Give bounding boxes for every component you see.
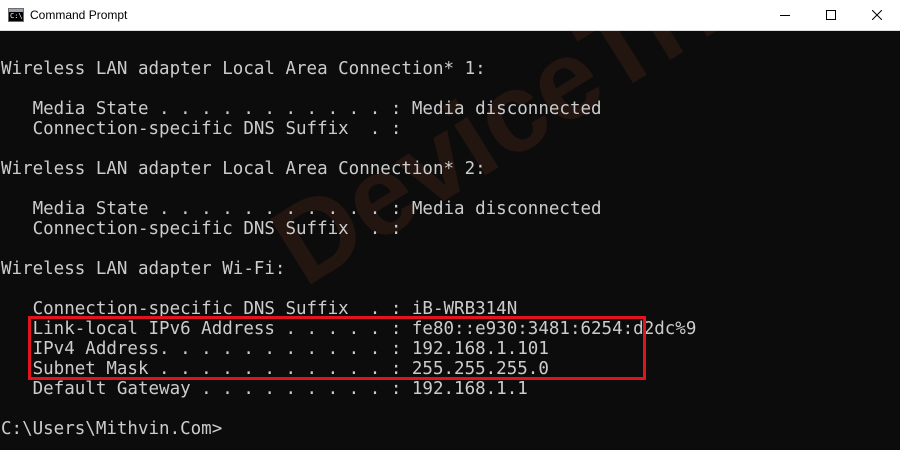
- highlight-box: [28, 316, 646, 380]
- console-line: Wireless LAN adapter Local Area Connecti…: [1, 59, 486, 79]
- console-line: Media State . . . . . . . . . . . : Medi…: [1, 99, 602, 119]
- minimize-button[interactable]: [762, 0, 808, 31]
- command-prompt-window: C:\ Command Prompt DeviceTricks Wireless…: [0, 0, 900, 450]
- console-line: Default Gateway . . . . . . . . . : 192.…: [1, 379, 528, 399]
- close-icon: [872, 10, 882, 20]
- console-line: Wireless LAN adapter Wi-Fi:: [1, 259, 286, 279]
- window-title: Command Prompt: [30, 8, 128, 22]
- console-line: C:\Users\Mithvin.Com>: [1, 419, 223, 439]
- title-bar[interactable]: C:\ Command Prompt: [0, 0, 900, 31]
- close-button[interactable]: [854, 0, 900, 31]
- console-line: Connection-specific DNS Suffix . :: [1, 119, 402, 139]
- cmd-icon-glyph: C:\: [10, 12, 23, 20]
- console-line: Media State . . . . . . . . . . . : Medi…: [1, 199, 602, 219]
- console-line: Wireless LAN adapter Local Area Connecti…: [1, 159, 486, 179]
- cmd-icon[interactable]: C:\: [8, 8, 24, 22]
- console-line: Connection-specific DNS Suffix . :: [1, 219, 402, 239]
- minimize-icon: [780, 15, 790, 16]
- maximize-button[interactable]: [808, 0, 854, 31]
- maximize-icon: [826, 10, 836, 20]
